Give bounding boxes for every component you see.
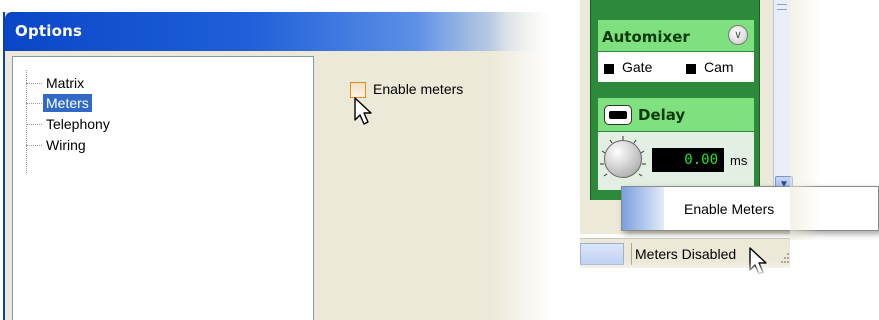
context-menu: Enable Meters xyxy=(621,186,879,231)
mouse-pointer-icon xyxy=(354,97,372,125)
delay-header: Delay xyxy=(598,98,754,132)
gate-indicator[interactable] xyxy=(604,64,614,74)
delay-knob[interactable] xyxy=(604,140,642,178)
tree-item-label: Matrix xyxy=(46,75,85,91)
mixer-panel: Automixer ∨ Gate Cam Delay 0.00 ms ▼ Ena… xyxy=(580,0,879,276)
context-menu-item-enable-meters[interactable]: Enable Meters xyxy=(684,201,774,217)
delay-value-readout[interactable]: 0.00 xyxy=(652,148,724,172)
context-menu-gutter xyxy=(622,187,664,230)
tree-item-label: Telephony xyxy=(46,116,110,132)
fade-overlay xyxy=(790,0,820,240)
chevron-double-down-icon[interactable]: ∨ xyxy=(728,25,748,45)
cam-indicator[interactable] xyxy=(686,64,696,74)
gate-label: Gate xyxy=(622,59,653,75)
options-tree: Matrix Meters Telephony Wiring xyxy=(12,56,314,320)
tree-connector xyxy=(26,124,42,125)
enable-meters-label[interactable]: Enable meters xyxy=(373,81,463,97)
options-title: Options xyxy=(15,22,83,40)
vertical-scrollbar[interactable] xyxy=(773,0,790,200)
tree-connector xyxy=(26,103,42,104)
delay-toggle-button[interactable] xyxy=(604,105,632,125)
fade-overlay xyxy=(580,262,820,276)
options-dialog: Options Matrix Meters Telephony Wiring E… xyxy=(3,12,551,320)
automixer-section: Automixer ∨ Gate Cam xyxy=(596,18,756,84)
cam-label: Cam xyxy=(704,59,734,75)
fade-overlay xyxy=(491,12,551,320)
automixer-options: Gate Cam xyxy=(598,54,754,82)
automixer-header: Automixer ∨ xyxy=(598,20,754,52)
automixer-title: Automixer xyxy=(602,28,690,46)
tree-connector xyxy=(26,70,27,173)
tree-connector xyxy=(26,145,42,146)
tree-item-label: Meters xyxy=(43,94,92,112)
delay-title: Delay xyxy=(638,106,686,124)
tree-item-label: Wiring xyxy=(46,137,86,153)
options-title-bar[interactable]: Options xyxy=(5,12,551,51)
delay-section: Delay 0.00 ms xyxy=(596,96,756,192)
scrollbar-grip-icon xyxy=(777,4,787,10)
tree-connector xyxy=(26,83,42,84)
delay-unit-label: ms xyxy=(730,153,748,168)
